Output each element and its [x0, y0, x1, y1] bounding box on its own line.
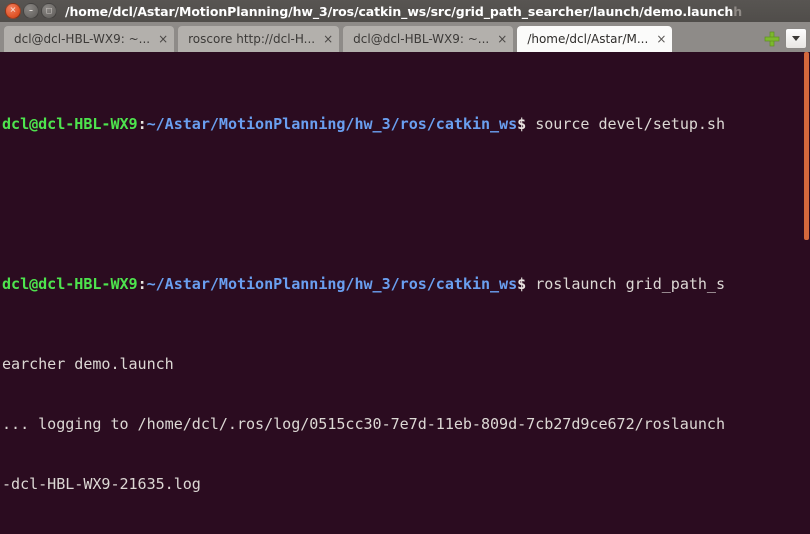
tab-2[interactable]: roscore http://dcl-H... × [178, 26, 340, 52]
minimize-window-button[interactable]: – [23, 3, 39, 19]
terminal-scrollbar[interactable] [804, 52, 810, 534]
terminal-line-1: earcher demo.launch [2, 355, 174, 373]
plus-icon [764, 31, 780, 47]
tab-4-close-icon[interactable]: × [656, 33, 666, 45]
tab-1-close-icon[interactable]: × [158, 33, 168, 45]
command-1: source devel/setup.sh [526, 115, 726, 133]
prompt-userhost-2: dcl@dcl-HBL-WX9 [2, 275, 138, 293]
tab-4[interactable]: /home/dcl/Astar/M... × [517, 26, 673, 52]
window-title: /home/dcl/Astar/MotionPlanning/hw_3/ros/… [65, 4, 806, 19]
prompt-colon: : [137, 115, 147, 133]
prompt-dollar: $ [517, 115, 527, 133]
prompt-path: ~/Astar/MotionPlanning/hw_3/ros/catkin_w… [146, 115, 518, 133]
tab-3-close-icon[interactable]: × [497, 33, 507, 45]
terminal-viewport[interactable]: dcl@dcl-HBL-WX9:~/Astar/MotionPlanning/h… [0, 52, 810, 534]
prompt-colon-2: : [137, 275, 147, 293]
tab-2-close-icon[interactable]: × [323, 33, 333, 45]
tab-list-menu-button[interactable] [785, 28, 807, 49]
tab-1-label: dcl@dcl-HBL-WX9: ~... [14, 32, 151, 46]
chevron-down-icon [792, 36, 800, 41]
prompt-dollar-2: $ [517, 275, 527, 293]
maximize-icon: □ [45, 6, 53, 14]
prompt-userhost: dcl@dcl-HBL-WX9 [2, 115, 138, 133]
window-controls: ✕ – □ [5, 3, 57, 19]
terminal-output: dcl@dcl-HBL-WX9:~/Astar/MotionPlanning/h… [0, 52, 804, 534]
tab-1[interactable]: dcl@dcl-HBL-WX9: ~... × [4, 26, 175, 52]
maximize-window-button[interactable]: □ [41, 3, 57, 19]
terminal-line-prompt-1: dcl@dcl-HBL-WX9:~/Astar/MotionPlanning/h… [2, 114, 804, 134]
terminal-line-prompt-2: dcl@dcl-HBL-WX9:~/Astar/MotionPlanning/h… [2, 274, 804, 294]
tab-bar: dcl@dcl-HBL-WX9: ~... × roscore http://d… [0, 22, 810, 52]
tab-2-label: roscore http://dcl-H... [188, 32, 316, 46]
close-icon: ✕ [9, 5, 17, 15]
tab-3[interactable]: dcl@dcl-HBL-WX9: ~... × [343, 26, 514, 52]
title-bar: ✕ – □ /home/dcl/Astar/MotionPlanning/hw_… [0, 0, 810, 22]
close-window-button[interactable]: ✕ [5, 3, 21, 19]
terminal-window: ✕ – □ /home/dcl/Astar/MotionPlanning/hw_… [0, 0, 810, 534]
prompt-path-2: ~/Astar/MotionPlanning/hw_3/ros/catkin_w… [146, 275, 518, 293]
terminal-scrollbar-thumb[interactable] [804, 52, 809, 240]
terminal-line-3: -dcl-HBL-WX9-21635.log [2, 475, 201, 493]
terminal-blank-1 [2, 194, 804, 214]
command-2: roslaunch grid_path_s [526, 275, 726, 293]
minimize-icon: – [29, 5, 33, 15]
tab-3-label: dcl@dcl-HBL-WX9: ~... [353, 32, 490, 46]
window-title-text: /home/dcl/Astar/MotionPlanning/hw_3/ros/… [65, 3, 734, 19]
tab-4-label: /home/dcl/Astar/M... [527, 32, 649, 46]
terminal-line-2: ... logging to /home/dcl/.ros/log/0515cc… [2, 415, 725, 433]
new-tab-button[interactable] [761, 26, 783, 52]
window-title-overflow: h [733, 3, 743, 19]
